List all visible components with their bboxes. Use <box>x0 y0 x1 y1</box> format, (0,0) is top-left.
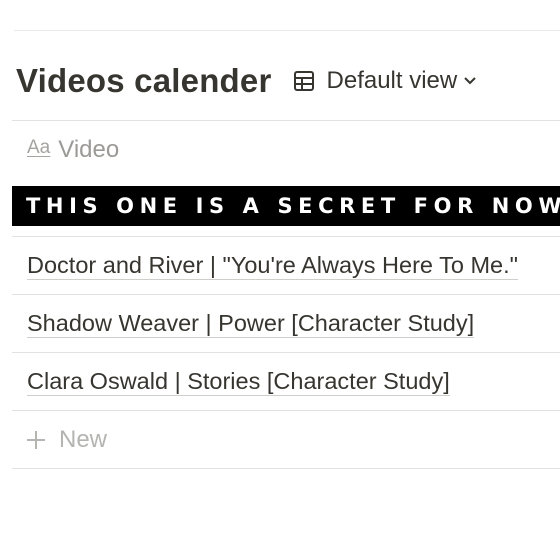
row-title[interactable]: Clara Oswald | Stories [Character Study] <box>27 367 450 396</box>
top-divider <box>14 30 560 31</box>
text-property-icon: Aa <box>27 136 51 158</box>
column-header-row: Aa Video <box>12 120 560 178</box>
table-icon <box>292 69 316 93</box>
table-row[interactable]: Doctor and River | "You're Always Here T… <box>12 236 560 294</box>
table-row[interactable]: Shadow Weaver | Power [Character Study] <box>12 294 560 352</box>
chevron-down-icon <box>463 74 477 88</box>
table-row[interactable]: Clara Oswald | Stories [Character Study] <box>12 352 560 410</box>
plus-icon <box>25 429 47 451</box>
add-new-row-button[interactable]: New <box>12 410 560 468</box>
column-header-label: Video <box>58 135 120 163</box>
page-title[interactable]: Videos calender <box>16 62 272 100</box>
bottom-divider <box>12 468 560 469</box>
row-title[interactable]: Shadow Weaver | Power [Character Study] <box>27 309 475 338</box>
view-switcher-button[interactable]: Default view <box>292 67 478 95</box>
column-header-video[interactable]: Aa Video <box>27 136 119 164</box>
database-header: Videos calender Default view <box>16 58 477 104</box>
page: Videos calender Default view Aa Video TH… <box>0 0 560 560</box>
row-title[interactable]: Doctor and River | "You're Always Here T… <box>27 251 518 280</box>
view-label: Default view <box>326 67 458 94</box>
secret-banner-row[interactable]: THIS ONE IS A SECRET FOR NOW <box>12 186 560 226</box>
database-table: Aa Video THIS ONE IS A SECRET FOR NOW Do… <box>12 120 560 469</box>
secret-banner-text: THIS ONE IS A SECRET FOR NOW <box>26 194 560 218</box>
new-label: New <box>59 425 108 453</box>
